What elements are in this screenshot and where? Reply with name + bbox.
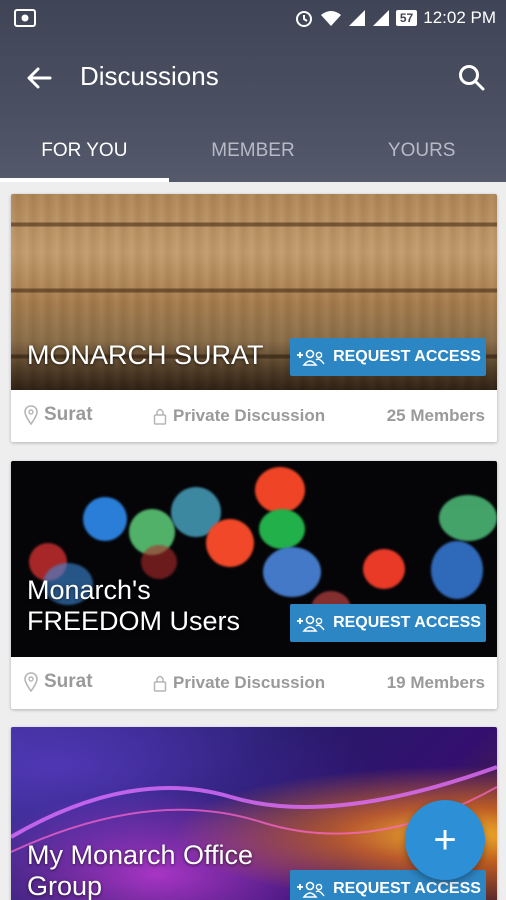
search-icon[interactable] [452,58,492,98]
card-title: MONARCH SURAT [27,340,264,370]
location: Surat [24,404,93,426]
signal-icon-2 [372,10,389,26]
member-count: 19 Members [386,673,485,692]
page-title: Discussions [80,61,219,91]
location-pin-icon [24,405,38,425]
discussion-type: Private Discussion [153,406,325,426]
card-meta: Surat Private Discussion 19 Members [11,657,497,709]
back-arrow-icon[interactable] [20,58,60,98]
tab-for-you[interactable]: FOR YOU [0,122,169,182]
discussion-card[interactable]: MONARCH SURAT REQUEST ACCESS Surat Priva… [11,194,497,442]
location: Surat [24,671,93,693]
lock-icon [153,408,167,425]
tab-yours[interactable]: YOURS [337,122,506,182]
location-pin-icon [24,672,38,692]
plus-icon: + [433,817,457,862]
tab-member[interactable]: MEMBER [169,122,338,182]
card-meta: Surat Private Discussion 25 Members [11,390,497,442]
add-group-icon [297,615,325,632]
request-access-label: REQUEST ACCESS [333,614,481,631]
card-banner-image: MONARCH SURAT REQUEST ACCESS [11,194,497,390]
wifi-icon [320,11,341,26]
toolbar: Discussions [0,40,506,112]
card-title: Monarch's FREEDOM Users [27,575,241,636]
discussion-card[interactable]: Monarch's FREEDOM Users REQUEST ACCESS S… [11,461,497,709]
status-icons: 57 12:02 PM [294,7,496,29]
card-title: My Monarch Office Group [27,840,254,900]
add-group-icon [297,349,325,366]
tab-bar: FOR YOU MEMBER YOURS [0,122,506,182]
member-count: 25 Members [386,406,485,425]
screenshot-icon [14,9,36,27]
discussion-feed: MONARCH SURAT REQUEST ACCESS Surat Priva… [0,182,506,900]
request-access-label: REQUEST ACCESS [333,880,481,897]
request-access-button[interactable]: REQUEST ACCESS [290,338,486,376]
signal-icon [348,10,365,26]
request-access-label: REQUEST ACCESS [333,348,481,365]
app-bar: 57 12:02 PM Discussions FOR YOU MEMBER Y… [0,0,506,182]
discussion-type: Private Discussion [153,673,325,693]
add-discussion-button[interactable]: + [405,800,485,880]
add-group-icon [297,881,325,898]
lock-icon [153,675,167,692]
battery-level: 57 [395,10,418,26]
card-banner-image: Monarch's FREEDOM Users REQUEST ACCESS [11,461,497,657]
status-bar: 57 12:02 PM [0,0,506,36]
alarm-icon [295,11,312,27]
status-time: 12:02 PM [423,8,496,27]
request-access-button[interactable]: REQUEST ACCESS [290,604,486,642]
